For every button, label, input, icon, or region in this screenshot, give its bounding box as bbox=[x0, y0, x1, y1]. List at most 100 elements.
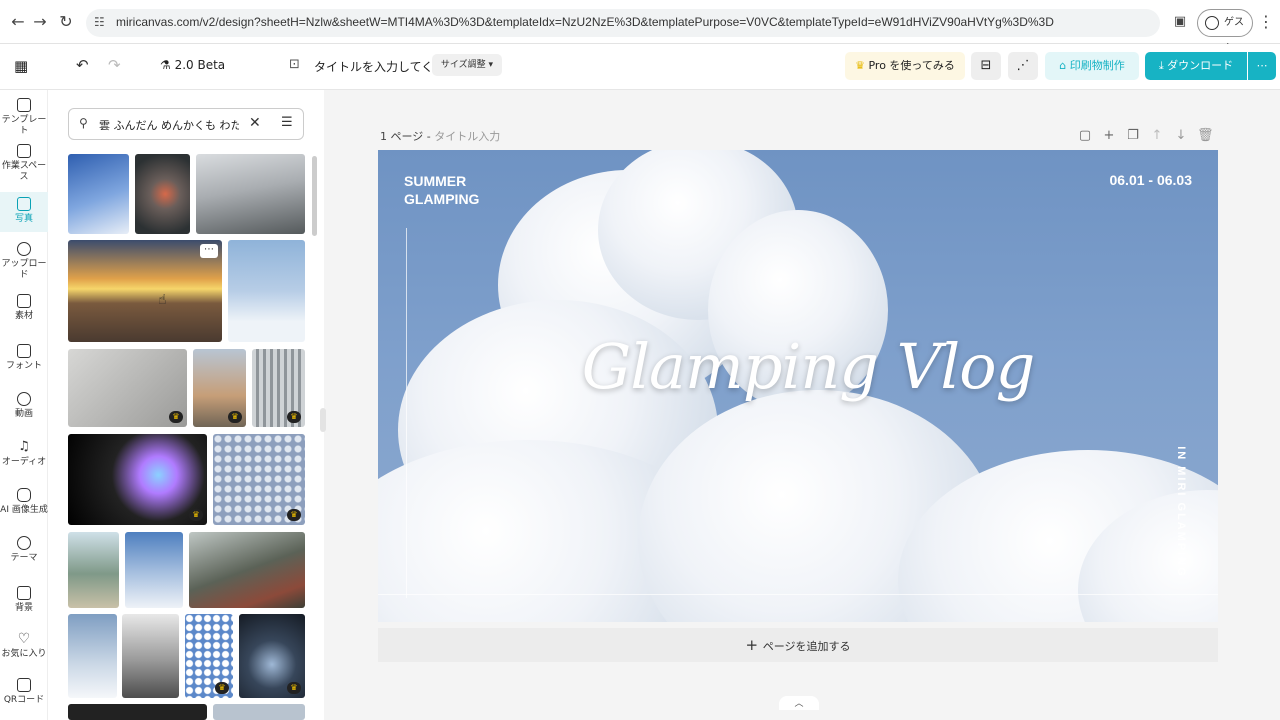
summer-text[interactable]: SUMMER GLAMPING bbox=[404, 172, 479, 208]
version-label: 2.0 Beta bbox=[174, 58, 226, 72]
guest-profile-button[interactable]: ゲスト bbox=[1197, 9, 1253, 54]
workspace-icon bbox=[17, 144, 31, 158]
photo-thumb[interactable]: ♛ bbox=[239, 614, 305, 698]
photo-thumb[interactable]: ♛ bbox=[213, 434, 305, 525]
panel-scrollbar[interactable] bbox=[312, 156, 317, 236]
move-up-icon[interactable]: ↑ bbox=[1149, 128, 1165, 143]
photo-thumb[interactable] bbox=[68, 614, 117, 698]
search-input[interactable]: 雲 ふんだん めんかくも わた 雀 bbox=[99, 117, 239, 133]
photo-thumb[interactable] bbox=[68, 704, 207, 720]
browser-menu-icon[interactable]: ⋮ bbox=[1256, 12, 1276, 32]
download-button[interactable]: ⤓ ダウンロード bbox=[1145, 52, 1247, 80]
panel-collapse-handle[interactable] bbox=[320, 408, 326, 432]
rail-item-elements[interactable]: 素材 bbox=[0, 290, 48, 326]
elements-icon bbox=[17, 294, 31, 308]
background-icon bbox=[17, 586, 31, 600]
photo-thumb[interactable] bbox=[68, 154, 129, 234]
redo-icon[interactable]: ↷ bbox=[108, 56, 121, 74]
site-info-icon[interactable]: ☷ bbox=[94, 15, 105, 29]
rail-item-ai-image[interactable]: AI 画像生成 bbox=[0, 484, 48, 520]
resize-dropdown[interactable]: サイズ調整 ▾ bbox=[432, 54, 502, 76]
rail-item-template[interactable]: テンプレート bbox=[0, 94, 48, 136]
forward-icon[interactable]: → bbox=[30, 12, 50, 32]
duplicate-page-icon[interactable]: ❐ bbox=[1125, 128, 1141, 143]
folder-icon[interactable]: ⊡ bbox=[289, 57, 300, 72]
download-more-button[interactable]: ⋯ bbox=[1248, 52, 1276, 80]
page-label[interactable]: 1 ページ - タイトル入力 bbox=[380, 128, 500, 144]
date-text[interactable]: 06.01 - 06.03 bbox=[1078, 172, 1192, 188]
play-icon bbox=[17, 392, 31, 406]
canvas-workarea: 1 ページ - タイトル入力 ▢ + ❐ ↑ ↓ 🗑 SUMMER GLAMPI… bbox=[320, 90, 1280, 720]
left-rail: テンプレート 作業スペース 写真 アップロード 素材 フォント 動画 ♫ オーディ… bbox=[0, 90, 48, 720]
undo-icon[interactable]: ↶ bbox=[76, 56, 89, 74]
rail-item-qrcode[interactable]: QRコード bbox=[0, 674, 48, 710]
title-input[interactable]: タイトルを入力してくた bbox=[314, 58, 445, 75]
rail-item-favorites[interactable]: ♡ お気に入り bbox=[0, 630, 48, 666]
photo-thumb[interactable] bbox=[228, 240, 305, 342]
pro-label: Pro を使ってみる bbox=[868, 59, 955, 72]
add-page-button[interactable]: + ページを追加する bbox=[378, 628, 1218, 662]
text-icon bbox=[17, 344, 31, 358]
premium-crown-icon: ♛ bbox=[215, 682, 229, 694]
photo-thumb[interactable]: ⋯ bbox=[68, 240, 222, 342]
home-grid-icon[interactable]: ▦ bbox=[14, 57, 28, 75]
bottom-collapse-icon[interactable]: ︿ bbox=[779, 696, 819, 710]
rail-label: テンプレート bbox=[1, 115, 47, 136]
photo-thumb[interactable] bbox=[125, 532, 183, 608]
rail-label: 動画 bbox=[14, 409, 33, 419]
save-icon[interactable]: ⊟ bbox=[971, 52, 1001, 80]
rail-item-background[interactable]: 背景 bbox=[0, 582, 48, 618]
print-label: 印刷物制作 bbox=[1069, 59, 1125, 72]
premium-crown-icon: ♛ bbox=[287, 411, 301, 423]
move-down-icon[interactable]: ↓ bbox=[1173, 128, 1189, 143]
download-label: ダウンロード bbox=[1167, 59, 1234, 72]
template-icon bbox=[17, 98, 31, 112]
photo-thumb[interactable] bbox=[135, 154, 190, 234]
premium-crown-icon: ♛ bbox=[287, 682, 301, 694]
photo-thumb[interactable] bbox=[189, 532, 305, 608]
reload-icon[interactable]: ↻ bbox=[56, 12, 76, 32]
photo-thumb[interactable]: ♛ bbox=[252, 349, 305, 427]
photo-thumb[interactable] bbox=[122, 614, 179, 698]
rail-item-photo[interactable]: 写真 bbox=[0, 192, 48, 232]
ai-chat-icon bbox=[17, 488, 31, 502]
design-canvas[interactable]: SUMMER GLAMPING 06.01 - 06.03 Glamping V… bbox=[378, 150, 1218, 622]
search-box[interactable]: ⚲ 雲 ふんだん めんかくも わた 雀 ✕ ☰ bbox=[68, 108, 304, 140]
photo-thumb[interactable] bbox=[213, 704, 305, 720]
photo-thumb[interactable]: ♛ bbox=[68, 434, 207, 525]
clear-icon[interactable]: ✕ bbox=[249, 115, 261, 131]
photo-thumb[interactable]: ♛ bbox=[185, 614, 233, 698]
rail-label: オーディオ bbox=[1, 457, 47, 467]
rail-label: AI 画像生成 bbox=[0, 505, 48, 515]
print-button[interactable]: ⌂ 印刷物制作 bbox=[1045, 52, 1139, 80]
title-text[interactable]: Glamping Vlog bbox=[578, 330, 1038, 403]
page-note-icon[interactable]: ▢ bbox=[1077, 128, 1093, 143]
rail-label: 素材 bbox=[14, 311, 33, 321]
rail-item-audio[interactable]: ♫ オーディオ bbox=[0, 436, 48, 472]
premium-crown-icon: ♛ bbox=[169, 411, 183, 423]
address-bar[interactable]: ☷ miricanvas.com/v2/design?sheetH=Nzlw&s… bbox=[86, 9, 1160, 37]
version-badge[interactable]: ⚗ 2.0 Beta bbox=[160, 58, 225, 72]
pro-trial-button[interactable]: ♛ Pro を使ってみる bbox=[845, 52, 965, 80]
photo-thumb[interactable]: ♛ bbox=[193, 349, 246, 427]
sidebar-toggle-icon[interactable]: ▣ bbox=[1170, 12, 1190, 32]
share-icon[interactable]: ⋰ bbox=[1008, 52, 1038, 80]
rail-item-theme[interactable]: テーマ bbox=[0, 532, 48, 568]
search-icon: ⚲ bbox=[79, 116, 88, 130]
heart-icon: ♡ bbox=[17, 631, 31, 647]
rail-item-video[interactable]: 動画 bbox=[0, 388, 48, 424]
photo-thumb[interactable]: ♛ bbox=[68, 349, 187, 427]
add-page-icon[interactable]: + bbox=[1101, 128, 1117, 143]
rail-item-workspace[interactable]: 作業スペース bbox=[0, 140, 48, 182]
photo-thumb[interactable] bbox=[68, 532, 119, 608]
rail-item-font[interactable]: フォント bbox=[0, 340, 48, 376]
back-icon[interactable]: ← bbox=[8, 12, 28, 32]
vertical-text-container[interactable]: IN MIRI GLAMPING bbox=[1171, 446, 1193, 590]
delete-page-icon[interactable]: 🗑 bbox=[1197, 128, 1214, 143]
thumb-more-icon[interactable]: ⋯ bbox=[200, 244, 218, 258]
qr-icon bbox=[17, 678, 31, 692]
photo-thumb[interactable] bbox=[196, 154, 305, 234]
page-title-input[interactable]: タイトル入力 bbox=[434, 130, 500, 143]
filter-icon[interactable]: ☰ bbox=[281, 115, 293, 130]
rail-item-upload[interactable]: アップロード bbox=[0, 238, 48, 282]
